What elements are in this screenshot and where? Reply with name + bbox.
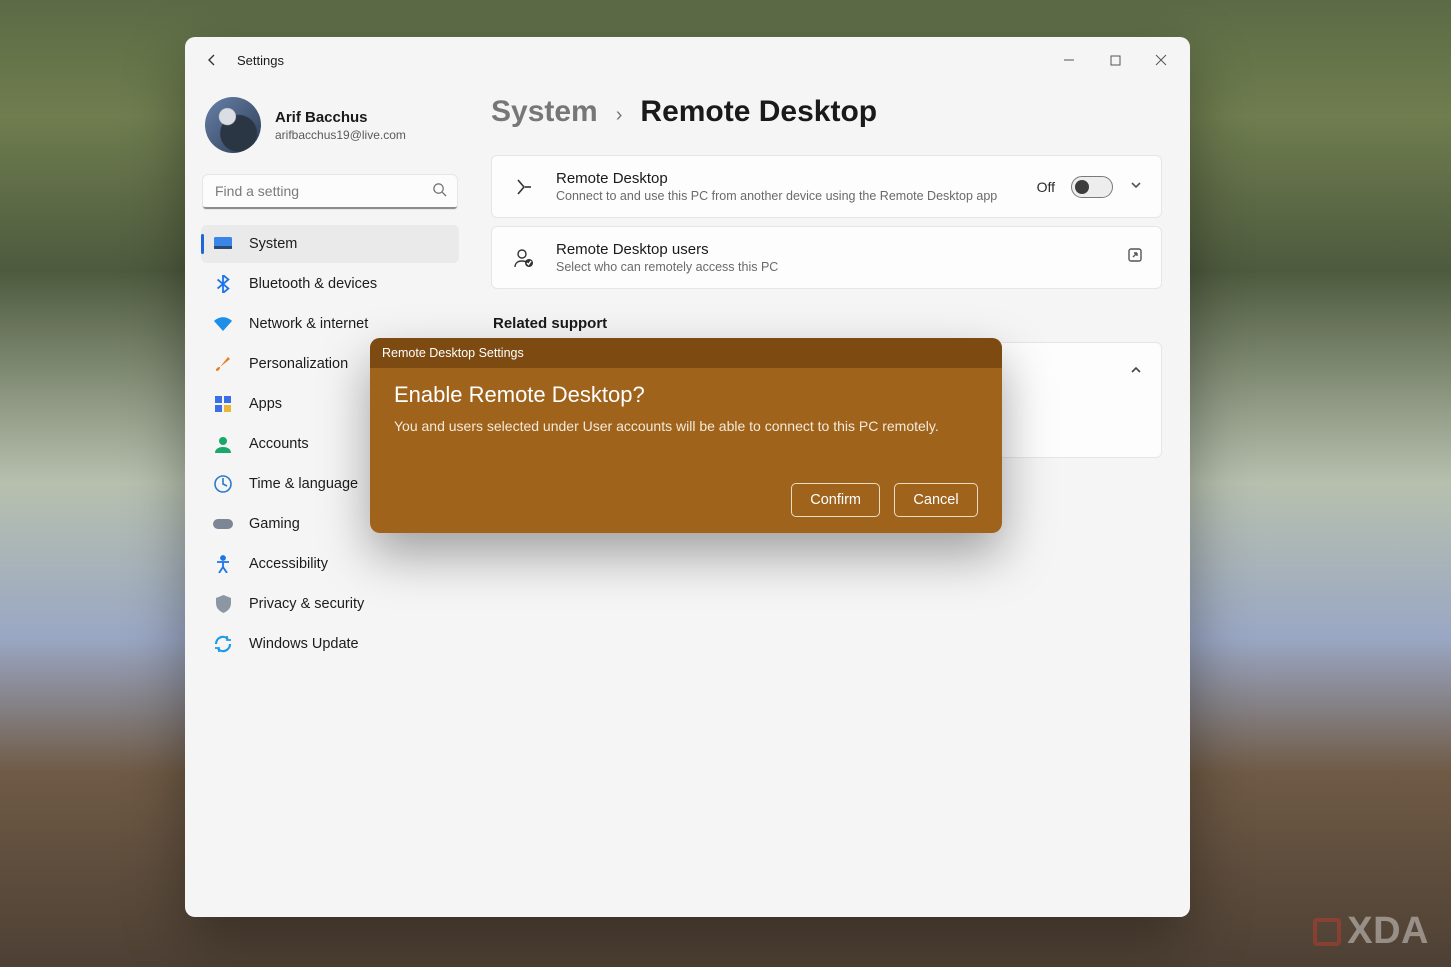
watermark-text: XDA (1347, 910, 1429, 953)
sidebar-item-bluetooth[interactable]: Bluetooth & devices (201, 265, 459, 303)
users-icon (510, 247, 536, 269)
open-external-icon (1127, 247, 1143, 268)
breadcrumb-current: Remote Desktop (640, 95, 877, 129)
remote-desktop-toggle[interactable] (1071, 176, 1113, 198)
paintbrush-icon (213, 354, 233, 374)
sidebar-item-privacy[interactable]: Privacy & security (201, 585, 459, 623)
maximize-button[interactable] (1092, 44, 1138, 76)
remote-desktop-card[interactable]: Remote Desktop Connect to and use this P… (491, 155, 1162, 218)
bluetooth-icon (213, 274, 233, 294)
card-subtitle: Connect to and use this PC from another … (556, 189, 1017, 203)
sidebar-item-label: Apps (249, 396, 282, 412)
related-support-label: Related support (493, 315, 1162, 332)
card-subtitle: Select who can remotely access this PC (556, 260, 1107, 274)
breadcrumb-parent[interactable]: System (491, 95, 598, 129)
profile-email: arifbacchus19@live.com (275, 128, 406, 142)
maximize-icon (1110, 55, 1121, 66)
back-button[interactable] (191, 39, 233, 81)
sidebar-item-accessibility[interactable]: Accessibility (201, 545, 459, 583)
card-title: Remote Desktop users (556, 241, 1107, 258)
accessibility-icon (213, 554, 233, 574)
search-input[interactable] (203, 175, 457, 209)
title-bar: Settings (185, 37, 1190, 83)
sidebar-item-label: Windows Update (249, 636, 359, 652)
close-icon (1155, 54, 1167, 66)
update-icon (213, 634, 233, 654)
remote-desktop-icon (510, 176, 536, 198)
gamepad-icon (213, 514, 233, 534)
search-box[interactable] (203, 175, 457, 209)
sidebar-item-label: Accessibility (249, 556, 328, 572)
xda-logo-icon (1313, 918, 1341, 946)
cancel-button[interactable]: Cancel (894, 483, 978, 517)
arrow-left-icon (204, 52, 220, 68)
sidebar-item-label: Privacy & security (249, 596, 364, 612)
sidebar-item-label: Time & language (249, 476, 358, 492)
sidebar-item-label: Network & internet (249, 316, 368, 332)
sidebar-item-windows-update[interactable]: Windows Update (201, 625, 459, 663)
enable-remote-desktop-dialog: Remote Desktop Settings Enable Remote De… (370, 338, 1002, 533)
apps-icon (213, 394, 233, 414)
sidebar-item-label: System (249, 236, 297, 252)
avatar (205, 97, 261, 153)
xda-watermark: XDA (1313, 910, 1429, 953)
wifi-icon (213, 314, 233, 334)
card-title: Remote Desktop (556, 170, 1017, 187)
sidebar-item-label: Gaming (249, 516, 300, 532)
search-icon (432, 182, 447, 202)
profile-block[interactable]: Arif Bacchus arifbacchus19@live.com (201, 89, 459, 171)
chevron-down-icon[interactable] (1129, 178, 1143, 195)
sidebar-item-label: Bluetooth & devices (249, 276, 377, 292)
dialog-title: Remote Desktop Settings (382, 346, 524, 360)
dialog-title-bar: Remote Desktop Settings (370, 338, 1002, 368)
confirm-button[interactable]: Confirm (791, 483, 880, 517)
person-icon (213, 434, 233, 454)
breadcrumb: System › Remote Desktop (491, 95, 1162, 129)
profile-name: Arif Bacchus (275, 109, 406, 126)
shield-icon (213, 594, 233, 614)
dialog-heading: Enable Remote Desktop? (394, 382, 978, 408)
chevron-up-icon[interactable] (1129, 363, 1143, 382)
toggle-state-label: Off (1037, 179, 1055, 195)
remote-desktop-users-card[interactable]: Remote Desktop users Select who can remo… (491, 226, 1162, 289)
sidebar-item-system[interactable]: System (201, 225, 459, 263)
globe-clock-icon (213, 474, 233, 494)
dialog-text: You and users selected under User accoun… (394, 418, 978, 434)
minimize-icon (1063, 54, 1075, 66)
window-title: Settings (237, 53, 284, 68)
minimize-button[interactable] (1046, 44, 1092, 76)
chevron-right-icon: › (616, 104, 623, 127)
close-button[interactable] (1138, 44, 1184, 76)
sidebar-item-label: Accounts (249, 436, 309, 452)
display-icon (213, 234, 233, 254)
sidebar-item-label: Personalization (249, 356, 348, 372)
